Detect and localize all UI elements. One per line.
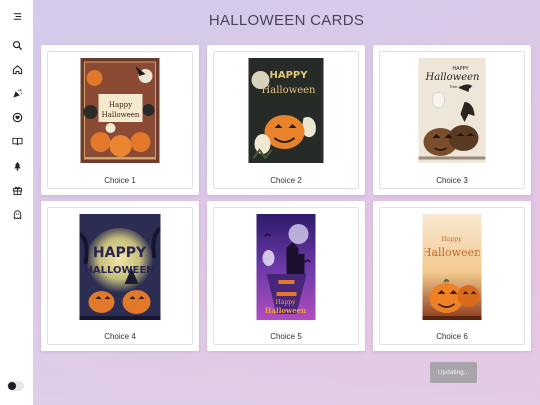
christmas-tree-icon[interactable] bbox=[9, 158, 25, 174]
svg-text:HAPPY: HAPPY bbox=[269, 70, 308, 81]
card-choice-4[interactable]: HAPPY HALLOWEEN Choice 4 bbox=[41, 201, 199, 351]
card-image-3: HAPPY Halloween Trick or Treat bbox=[418, 58, 486, 163]
heart-badge-icon[interactable] bbox=[9, 109, 25, 125]
svg-text:Halloween: Halloween bbox=[265, 306, 306, 315]
card-image-2: HAPPY Halloween bbox=[248, 58, 324, 163]
card-choice-6[interactable]: Happy Halloween Choice 6 bbox=[373, 201, 531, 351]
book-open-icon[interactable] bbox=[9, 133, 25, 149]
page-title: HALLOWEEN CARDS bbox=[208, 12, 365, 29]
card-choice-5[interactable]: Happy Halloween Choice 5 bbox=[207, 201, 365, 351]
card-choice-1[interactable]: Happy Halloween Choice 1 bbox=[41, 45, 199, 195]
party-popper-icon[interactable] bbox=[9, 85, 25, 101]
card-image-4: HAPPY HALLOWEEN bbox=[79, 214, 161, 320]
svg-text:Halloween: Halloween bbox=[102, 111, 140, 119]
ghost-icon[interactable] bbox=[9, 206, 25, 222]
card-caption-3: Choice 3 bbox=[436, 176, 468, 185]
card-caption-6: Choice 6 bbox=[436, 332, 468, 341]
card-choice-2[interactable]: HAPPY Halloween Choice 2 bbox=[207, 45, 365, 195]
card-6-art-subtitle: Happy bbox=[441, 236, 462, 243]
sidebar bbox=[0, 0, 33, 405]
card-image-1: Happy Halloween bbox=[80, 58, 160, 163]
svg-text:Halloween: Halloween bbox=[262, 85, 316, 96]
svg-text:HALLOWEEN: HALLOWEEN bbox=[84, 265, 154, 276]
toggle-knob bbox=[8, 382, 16, 390]
updating-status: Updating... bbox=[430, 362, 477, 383]
main-content: HALLOWEEN CARDS Happy Halloween Choice 1… bbox=[33, 0, 540, 405]
svg-text:Happy: Happy bbox=[276, 299, 296, 306]
card-caption-2: Choice 2 bbox=[270, 176, 302, 185]
card-caption-5: Choice 5 bbox=[270, 332, 302, 341]
gift-icon[interactable] bbox=[9, 182, 25, 198]
card-3-art-title: Halloween bbox=[425, 72, 480, 83]
dark-mode-toggle[interactable] bbox=[7, 381, 24, 391]
search-icon[interactable] bbox=[9, 37, 25, 53]
card-image-5: Happy Halloween bbox=[256, 214, 316, 320]
card-caption-4: Choice 4 bbox=[104, 332, 136, 341]
card-choice-3[interactable]: HAPPY Halloween Trick or Treat Choice 3 bbox=[373, 45, 531, 195]
card-1-art-title: Happy bbox=[109, 101, 132, 109]
svg-text:HAPPY: HAPPY bbox=[93, 245, 147, 261]
card-image-6: Happy Halloween bbox=[422, 214, 482, 320]
card-3-art-subtitle: Trick or Treat bbox=[449, 85, 472, 89]
card-6-art-title: Halloween bbox=[425, 246, 480, 259]
menu-collapse-icon[interactable] bbox=[9, 8, 25, 24]
home-icon[interactable] bbox=[9, 61, 25, 77]
card-caption-1: Choice 1 bbox=[104, 176, 136, 185]
